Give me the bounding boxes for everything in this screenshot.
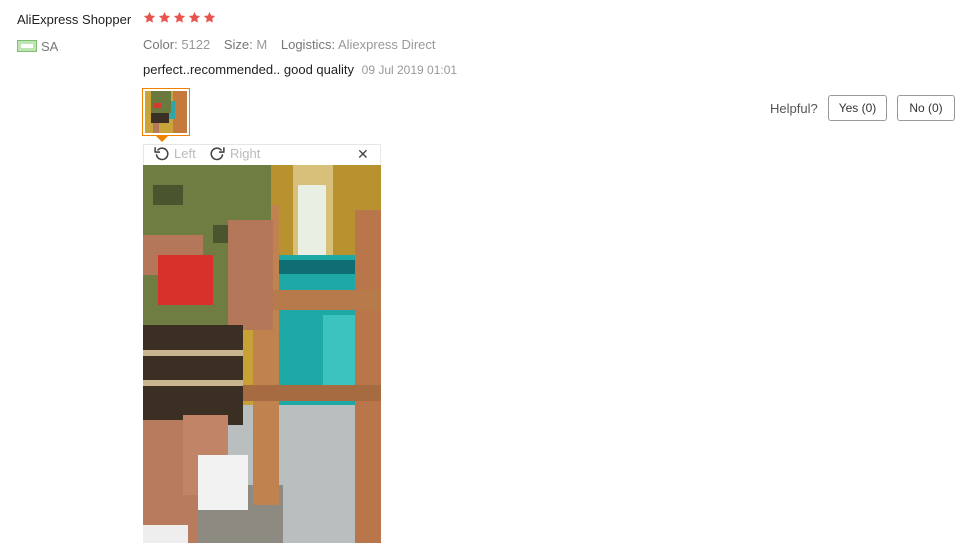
flag-icon	[17, 40, 37, 52]
rotate-right-label: Right	[230, 146, 261, 161]
close-icon[interactable]: ✕	[357, 146, 369, 163]
rotate-right-button[interactable]: Right	[209, 145, 260, 162]
star-icon	[188, 11, 201, 23]
review-text: perfect..recommended.. good quality	[143, 62, 355, 77]
star-icon	[173, 11, 186, 23]
rotate-right-icon	[210, 147, 225, 161]
review-photo-thumbnail[interactable]	[142, 88, 190, 136]
reviewer-name: AliExpress Shopper	[17, 12, 132, 27]
review-date: 09 Jul 2019 01:01	[361, 63, 458, 77]
helpful-no-button[interactable]: No (0)	[897, 95, 955, 121]
logistics-label: Logistics:	[280, 37, 336, 52]
star-icon	[143, 11, 156, 23]
review-photo-large	[143, 165, 381, 543]
thumbnail-selected-caret	[156, 136, 168, 142]
star-icon	[158, 11, 171, 23]
rotate-left-button[interactable]: Left	[153, 145, 196, 162]
review-body: perfect..recommended.. good quality 09 J…	[143, 62, 457, 77]
order-attributes: Color: 5122 Size: M Logistics: Aliexpres…	[143, 37, 446, 52]
rating-stars	[143, 11, 216, 24]
rotate-left-icon	[154, 147, 169, 161]
star-icon	[203, 11, 216, 23]
helpful-label: Helpful?	[770, 101, 818, 116]
size-value: M	[256, 37, 268, 52]
size-label: Size:	[223, 37, 253, 52]
helpful-yes-button[interactable]: Yes (0)	[828, 95, 887, 121]
reviewer-country: SA	[41, 39, 59, 54]
thumbnail-image	[145, 91, 187, 133]
color-value: 5122	[181, 37, 211, 52]
logistics-value: Aliexpress Direct	[337, 37, 436, 52]
color-label: Color:	[143, 37, 178, 52]
rotate-left-label: Left	[174, 146, 196, 161]
